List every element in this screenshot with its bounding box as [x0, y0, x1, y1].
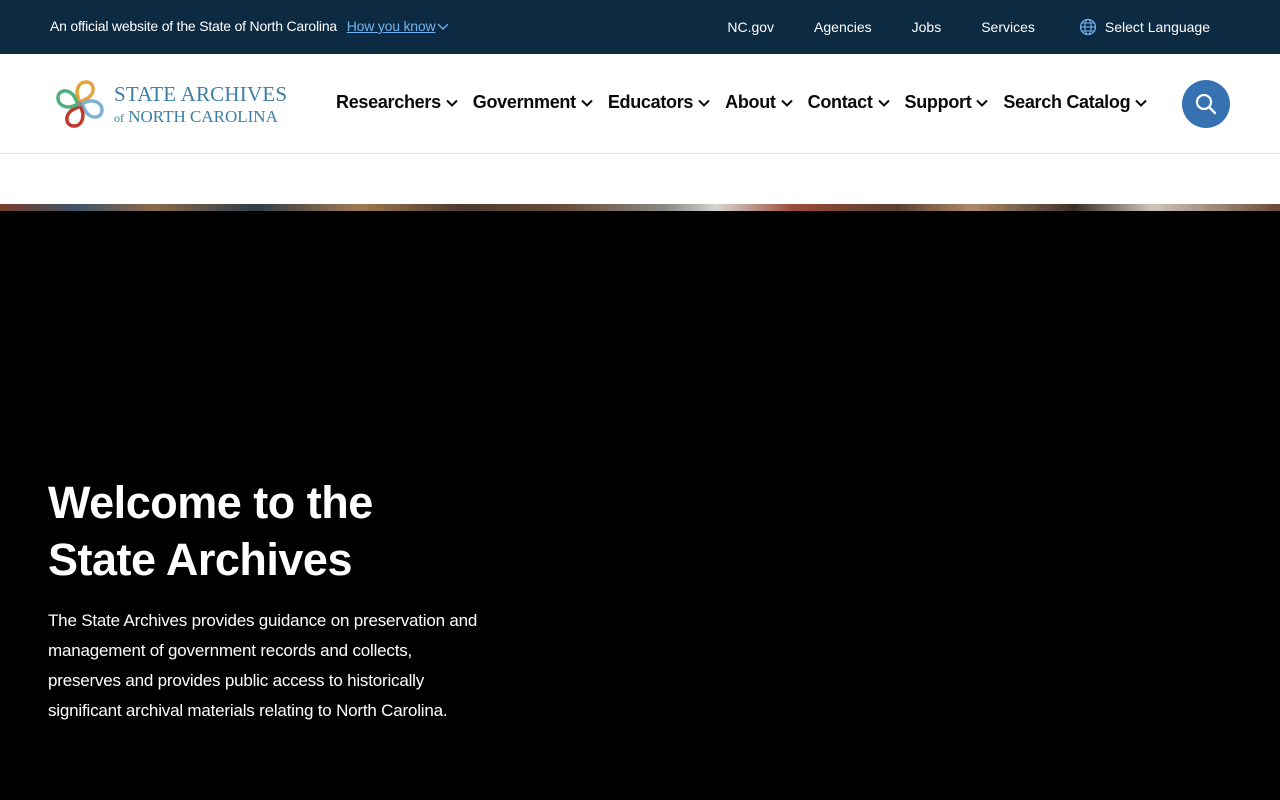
logo-wordmark: STATE ARCHIVES of NORTH CAROLINA — [114, 81, 288, 125]
select-language-button[interactable]: Select Language — [1079, 18, 1210, 36]
logo-of: of — [114, 110, 124, 125]
chevron-down-icon — [780, 99, 793, 107]
logo-line-2: of NORTH CAROLINA — [114, 108, 287, 125]
logo-line-2-text: NORTH CAROLINA — [128, 106, 278, 126]
nav-search-catalog[interactable]: Search Catalog — [1003, 92, 1147, 113]
select-language-label: Select Language — [1104, 19, 1210, 35]
nav-label: Contact — [807, 92, 873, 112]
nav-label: Government — [472, 92, 576, 112]
hero-title: Welcome to the State Archives — [48, 477, 373, 585]
agencies-link[interactable]: Agencies — [814, 19, 872, 35]
nc-gov-link[interactable]: NC.gov — [727, 19, 774, 35]
header-spacer — [0, 154, 1280, 204]
nav-label: Educators — [607, 92, 694, 112]
globe-icon — [1079, 18, 1097, 36]
site-header: STATE ARCHIVES of NORTH CAROLINA Researc… — [0, 54, 1280, 154]
hero-background-image — [0, 204, 1280, 211]
chevron-down-icon — [877, 99, 890, 107]
nav-researchers[interactable]: Researchers — [336, 92, 458, 113]
nav-about[interactable]: About — [725, 92, 793, 113]
nav-label: Search Catalog — [1003, 92, 1131, 112]
chevron-down-icon — [581, 99, 593, 107]
how-you-know-link[interactable]: How you know — [347, 18, 450, 34]
nav-educators[interactable]: Educators — [608, 92, 710, 113]
hero-section: Welcome to the State Archives The State … — [0, 204, 1280, 800]
services-link[interactable]: Services — [981, 19, 1035, 35]
chevron-down-icon — [437, 23, 449, 31]
dogwood-logo-icon — [56, 80, 104, 128]
official-gov-banner: An official website of the State of Nort… — [0, 0, 1280, 54]
nav-label: About — [725, 92, 776, 112]
main-navigation: Researchers Government Educators About C… — [336, 92, 1162, 113]
chevron-down-icon — [976, 99, 989, 107]
nav-government[interactable]: Government — [473, 92, 593, 113]
hero-description: The State Archives provides guidance on … — [48, 611, 478, 720]
search-icon — [1195, 93, 1217, 115]
official-site-text: An official website of the State of Nort… — [50, 18, 338, 34]
chevron-down-icon — [698, 99, 710, 107]
nav-label: Support — [904, 92, 972, 112]
official-site-notice: An official website of the State of Nort… — [50, 18, 449, 34]
state-archives-logo[interactable]: STATE ARCHIVES of NORTH CAROLINA — [52, 76, 302, 132]
how-you-know-label: How you know — [346, 18, 436, 34]
logo-line-1: STATE ARCHIVES — [114, 81, 288, 106]
chevron-down-icon — [446, 99, 458, 107]
gov-utility-links: NC.gov Agencies Jobs Services Select Lan… — [687, 18, 1210, 36]
chevron-down-icon — [1135, 99, 1147, 107]
jobs-link[interactable]: Jobs — [912, 19, 942, 35]
nav-support[interactable]: Support — [905, 92, 989, 113]
nav-contact[interactable]: Contact — [808, 92, 890, 113]
nav-label: Researchers — [336, 92, 441, 112]
search-button[interactable] — [1182, 80, 1230, 128]
